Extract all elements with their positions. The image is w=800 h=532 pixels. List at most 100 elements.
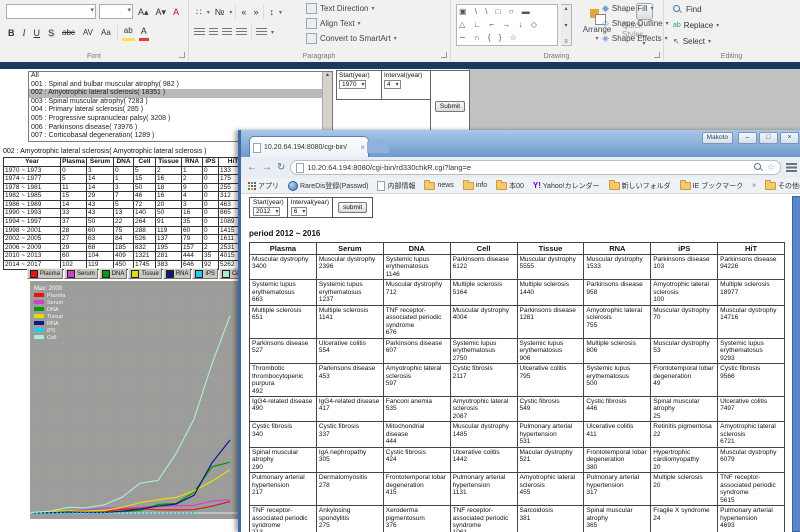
listbox-item[interactable]: 003 : Spinal muscular atrophy( 7283 ) [29,98,332,107]
svg-text:RNA: RNA [47,321,59,327]
result-cell: TNF receptor-associated periodic syndrom… [718,473,785,506]
character-spacing-button[interactable]: AV [81,26,95,40]
increase-indent-button[interactable]: » [251,5,260,19]
shrink-font-button[interactable]: A▾ [154,5,169,19]
submit-button[interactable]: Submit [435,101,465,112]
shapes-gallery-scrollbar[interactable]: ▴▾≡ [561,4,572,46]
line-spacing-button[interactable]: ↕ [267,5,276,19]
grow-font-button[interactable]: A▴ [136,5,151,19]
convert-to-smartart-button[interactable]: Convert to SmartArt▾ [306,32,397,45]
dropdown-icon: ▾ [90,6,94,14]
shapes-gallery[interactable]: ▣ \ \ □ ○ ▬ △ ∟ ⌐ → ↓ ◇ ∼ ∩ { } ☆ [456,4,558,46]
highlight-color-button[interactable]: ab [122,24,135,41]
browser-tab[interactable]: 10.20.64.194:8080/cgi-bin/ × [249,136,369,158]
scroll-up-icon[interactable]: ▲ [325,72,330,78]
bookmark-star-icon[interactable]: ☆ [767,163,775,172]
back-button[interactable]: ← [247,163,257,173]
select-button[interactable]: ↖Select▾ [673,35,719,48]
bookmark-item[interactable]: RareDis登録(Passwd) [288,181,368,191]
interval-year-select[interactable]: 6 [291,207,308,216]
italic-button[interactable]: I [21,26,28,40]
bookmark-item[interactable]: » [752,182,756,189]
disease-count: 651 [252,314,314,321]
table-cell: 1978 ~ 1981 [4,183,61,192]
forward-button[interactable]: → [262,163,272,173]
tab-close-icon[interactable]: × [360,144,365,152]
columns-icon[interactable] [256,28,267,36]
shape-effects-button[interactable]: ◈Shape Effects▾ [602,32,669,45]
bold-button[interactable]: B [6,26,17,40]
menu-icon[interactable] [786,163,797,172]
chrome-titlebar[interactable]: 10.20.64.194:8080/cgi-bin/ × Makoto – □ … [241,130,800,157]
listbox-item[interactable]: 002 : Amyotrophic lateral sclerosis( 183… [29,89,332,98]
user-profile-button[interactable]: Makoto [702,132,733,144]
legend-chip[interactable]: Plasma [27,268,63,279]
result-cell: Ulcerative colitis7497 [718,396,785,421]
bookmark-item[interactable]: 新しいフォルダ [609,181,671,191]
start-year-select[interactable]: 1970 [339,80,366,89]
disease-count: 22 [653,431,715,438]
close-button[interactable]: × [780,132,799,144]
disease-name: Muscular dystrophy [586,256,648,263]
bookmark-item[interactable]: アプリ [248,181,279,191]
table-cell: 0 [203,235,219,244]
paragraph-dialog-launcher[interactable] [441,52,447,58]
listbox-item[interactable]: 004 : Primary lateral sclerosis( 285 ) [29,106,332,115]
font-name-combo[interactable]: ▾ [6,4,96,19]
numbering-button[interactable]: № [213,5,227,19]
disease-count: 444 [386,438,448,445]
listbox-item[interactable]: 001 : Spinal and bulbar muscular atrophy… [29,81,332,90]
bookmark-item[interactable]: news [424,181,453,190]
underline-button[interactable]: U [32,26,43,40]
legend-chip[interactable]: RNA [163,268,192,279]
bookmark-item[interactable]: IE ブックマーク [680,181,744,191]
disease-name: Muscular dystrophy [453,423,515,430]
bookmark-item[interactable]: 内部情報 [377,181,415,191]
bookmark-item[interactable]: info [463,181,487,190]
legend-chip[interactable]: Tissue [128,268,161,279]
shape-fill-button[interactable]: ◆Shape Fill▾ [602,2,669,15]
bookmark-item[interactable]: 本00 [496,181,524,191]
maximize-button[interactable]: □ [759,132,778,144]
listbox-scrollbar[interactable]: ▲ ▼ [322,72,332,139]
bookmark-item[interactable]: Y!Yahoo!カレンダー [533,181,600,191]
text-shadow-button[interactable]: S [46,26,56,40]
address-bar[interactable]: 10.20.64.194:8080/cgi-bin/rd330chkR.cgi?… [290,160,781,175]
align-right-icon[interactable] [222,28,232,36]
decrease-indent-button[interactable]: « [239,5,248,19]
clear-formatting-button[interactable]: A [171,5,181,19]
text-direction-button[interactable]: Text Direction▾ [306,2,397,15]
shape-outline-button[interactable]: ◇Shape Outline▾ [602,17,669,30]
start-year-select[interactable]: 2012 [253,207,280,216]
replace-button[interactable]: abReplace▾ [673,19,719,32]
font-color-button[interactable]: A [139,24,149,41]
listbox-item[interactable]: All [29,72,332,81]
align-text-button[interactable]: Align Text▾ [306,17,397,30]
new-tab-button[interactable] [367,140,389,153]
table-cell: 0 [203,209,219,218]
bookmarks-overflow-icon[interactable]: » [752,182,756,189]
legend-chip[interactable]: Serum [64,268,98,279]
disease-count: 5555 [520,263,582,270]
align-center-icon[interactable] [209,28,218,36]
align-left-icon[interactable] [194,28,205,36]
legend-chip[interactable]: iPS [192,268,217,279]
strikethrough-button[interactable]: abc [60,26,77,40]
search-icon[interactable] [754,163,764,173]
listbox-item[interactable]: 005 : Progressive supranuclear palsy( 32… [29,115,332,124]
vertical-scrollbar[interactable] [792,196,800,532]
result-cell: Parkinsons disease103 [651,255,718,280]
bullets-button[interactable]: ∷ [194,5,204,19]
font-size-combo[interactable]: ▾ [99,4,133,19]
submit-button[interactable]: submit [338,202,367,213]
font-dialog-launcher[interactable] [179,52,185,58]
change-case-button[interactable]: Aa [99,26,113,40]
legend-chip[interactable]: DNA [99,268,128,279]
reload-button[interactable]: ↻ [277,163,285,173]
minimize-button[interactable]: – [738,132,757,144]
bookmark-item[interactable]: その他のブックマーク [765,181,800,191]
justify-icon[interactable] [236,28,247,36]
find-button[interactable]: Find [673,3,719,16]
interval-year-select[interactable]: 4 [384,80,401,89]
drawing-dialog-launcher[interactable] [654,52,660,58]
